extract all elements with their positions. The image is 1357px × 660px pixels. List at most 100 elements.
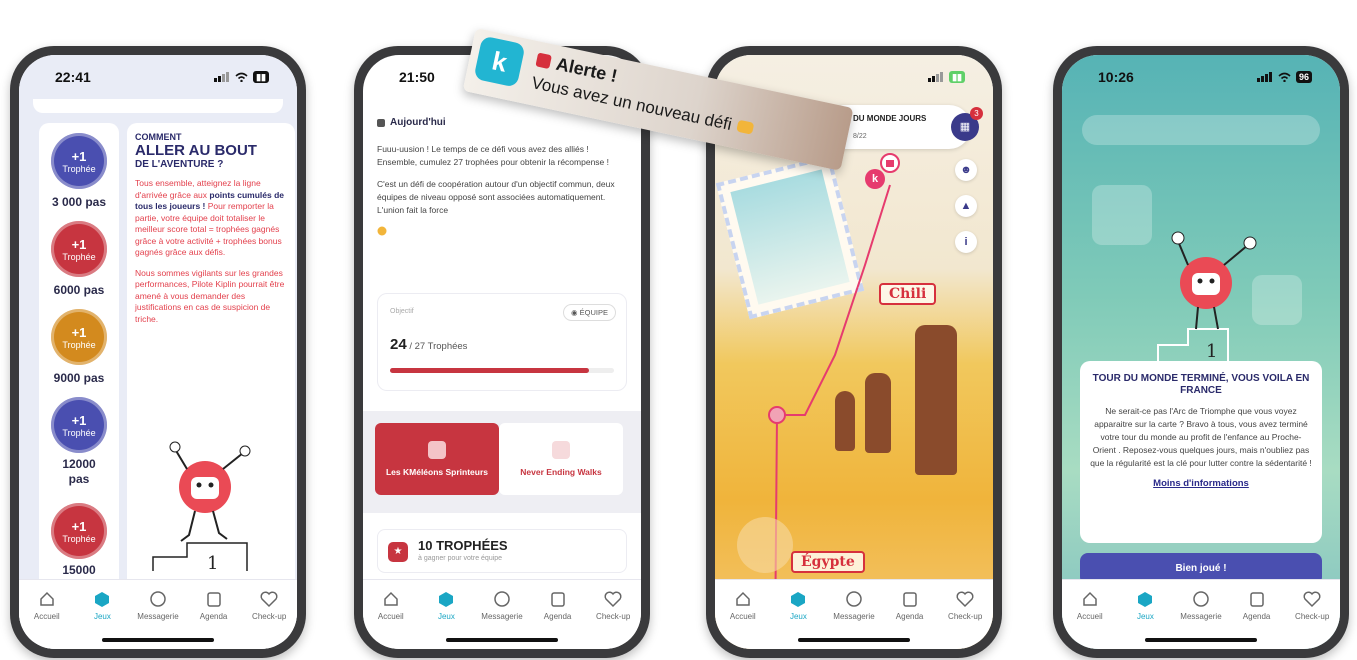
games-cube-icon xyxy=(439,592,454,607)
less-info-link[interactable]: Moins d'informations xyxy=(1090,478,1312,489)
calendar-icon xyxy=(550,592,565,607)
challenge-paragraph-1: Fuuu-uusion ! Le temps de ce défi vous a… xyxy=(377,144,609,167)
tour-complete-body: Ne serait-ce pas l'Arc de Triomphe que v… xyxy=(1090,406,1312,468)
nav-item-checkup[interactable]: Check-up xyxy=(242,590,296,649)
calendar-icon xyxy=(902,592,917,607)
home-indicator xyxy=(446,638,558,642)
nav-item-accueil[interactable]: Accueil xyxy=(1063,590,1117,649)
nav-item-checkup[interactable]: Check-up xyxy=(1285,590,1339,649)
trophy-steps-3: 9000 pas xyxy=(53,371,105,385)
trophy-icon: ★ xyxy=(388,542,408,562)
challenge-paragraph-2: C'est un défi de coopération autour d'un… xyxy=(377,179,615,215)
games-cube-icon xyxy=(1138,592,1153,607)
calendar-icon xyxy=(206,592,221,607)
battery-icon: 96 xyxy=(1295,71,1312,83)
signal-icon xyxy=(928,72,944,82)
status-indicators: 96 xyxy=(1256,71,1312,83)
status-time: 22:41 xyxy=(55,69,91,85)
app-logo-icon: k xyxy=(473,35,526,88)
screenshot-stage: 22:41 ▮▮ +1 Trophée 3 000 pas +1 Trophée 6… xyxy=(0,0,1357,660)
reward-card: ★ 10 TROPHÉES à gagner pour votre équipe xyxy=(377,529,627,573)
objective-progress-fill xyxy=(390,368,590,373)
status-time: 21:50 xyxy=(399,69,435,85)
nav-item-accueil[interactable]: Accueil xyxy=(716,590,770,649)
team-avatar-icon xyxy=(552,440,570,459)
reward-subtitle: à gagner pour votre équipe xyxy=(418,555,503,562)
phone-screen-4: 10:26 96 1 TOUR DU MONDE TERMINÉ, VOUS V… xyxy=(1062,55,1340,649)
player-pin[interactable]: k xyxy=(865,169,885,189)
status-bar: 10:26 96 xyxy=(1062,55,1340,99)
date-header: Aujourd'hui xyxy=(377,117,446,128)
wifi-icon xyxy=(1278,72,1291,82)
phone-frame-4: 10:26 96 1 TOUR DU MONDE TERMINÉ, VOUS V… xyxy=(1053,46,1349,658)
moai-statue-illustration xyxy=(865,373,891,453)
status-indicators: ▮▮ xyxy=(928,71,965,83)
calendar-icon xyxy=(377,118,385,127)
team-card-kmeleons[interactable]: Les KMéléons Sprinteurs xyxy=(375,423,499,495)
reward-title: 10 TROPHÉES xyxy=(418,538,508,553)
chat-icon xyxy=(1193,591,1209,607)
svg-text:1: 1 xyxy=(207,553,218,574)
challenge-description: Fuuu-uusion ! Le temps de ce défi vous a… xyxy=(377,143,629,240)
tour-complete-card: TOUR DU MONDE TERMINÉ, VOUS VOILA EN FRA… xyxy=(1080,361,1322,543)
handshake-emoji-icon xyxy=(377,226,387,236)
home-icon xyxy=(384,591,398,606)
map-label-chili: Chili xyxy=(879,283,937,305)
moai-statue-illustration xyxy=(835,391,855,451)
team-card-never-ending-walks[interactable]: Never Ending Walks xyxy=(499,423,623,495)
calendar-icon xyxy=(1249,592,1264,607)
scroll-card-edge xyxy=(33,99,283,113)
moai-statue-illustration xyxy=(915,325,957,475)
status-indicators: ▮▮ xyxy=(214,71,269,83)
map-label-egypte: Égypte xyxy=(791,551,865,573)
phone-screen-2: 21:50 Aujourd'hui Fuuu-uusion ! Le temps… xyxy=(363,55,641,649)
home-icon xyxy=(40,591,54,606)
nav-item-checkup[interactable]: Check-up xyxy=(938,590,992,649)
trophy-badge-3: +1 Trophée xyxy=(51,309,107,365)
svg-text:1: 1 xyxy=(1206,341,1217,362)
phone-frame-2: 21:50 Aujourd'hui Fuuu-uusion ! Le temps… xyxy=(354,46,650,658)
chat-icon xyxy=(846,591,862,607)
phone-screen-1: 22:41 ▮▮ +1 Trophée 3 000 pas +1 Trophée 6… xyxy=(19,55,297,649)
challenge-detail: Aujourd'hui Fuuu-uusion ! Le temps de ce… xyxy=(363,99,641,579)
objective-progress-bar xyxy=(390,368,614,373)
trophy-badge-4: +1 Trophée xyxy=(51,397,107,453)
trophy-steps-1: 3 000 pas xyxy=(51,195,107,209)
status-time: 10:26 xyxy=(1098,69,1134,85)
chat-icon xyxy=(150,591,166,607)
nav-item-accueil[interactable]: Accueil xyxy=(20,590,74,649)
trophy-steps-4: 12000 pas xyxy=(62,457,96,486)
objective-label: Objectif xyxy=(390,308,414,315)
nav-item-checkup[interactable]: Check-up xyxy=(586,590,640,649)
objective-value: 24 / 27 Trophées xyxy=(390,336,468,353)
home-icon xyxy=(736,591,750,606)
phone-frame-1: 22:41 ▮▮ +1 Trophée 3 000 pas +1 Trophée 6… xyxy=(10,46,306,658)
mascot-podium-illustration: 1 xyxy=(152,441,251,574)
heart-check-icon xyxy=(956,591,974,608)
trophy-column: +1 Trophée 3 000 pas +1 Trophée 6000 pas +… xyxy=(39,123,119,603)
rules-title: ALLER AU BOUT xyxy=(135,142,257,159)
home-indicator xyxy=(798,638,910,642)
wifi-icon xyxy=(235,72,248,82)
rules-kicker: COMMENT xyxy=(135,132,182,142)
nav-item-accueil[interactable]: Accueil xyxy=(364,590,418,649)
rules-warning: Nous sommes vigilants sur les grandes pe… xyxy=(135,267,285,324)
rules-panel: COMMENT ALLER AU BOUT DE L'AVENTURE ? To… xyxy=(127,123,295,603)
home-icon xyxy=(1083,591,1097,606)
trophy-badge-5: +1 Trophée xyxy=(51,503,107,559)
home-indicator xyxy=(1145,638,1257,642)
heart-check-icon xyxy=(604,591,622,608)
heart-check-icon xyxy=(260,591,278,608)
heart-check-icon xyxy=(1303,591,1321,608)
team-avatar-icon xyxy=(428,440,446,459)
status-bar: 22:41 ▮▮ xyxy=(19,55,297,99)
teams-section: Les KMéléons Sprinteurs Never Ending Wal… xyxy=(363,411,641,513)
trophy-steps-2: 6000 pas xyxy=(53,283,105,297)
games-cube-icon xyxy=(95,592,110,607)
battery-icon: ▮▮ xyxy=(253,71,269,83)
rules-body: Tous ensemble, atteignez la ligne d'arri… xyxy=(135,178,285,257)
mascot-podium-illustration: 1 xyxy=(1157,231,1257,362)
team-button[interactable]: ◉ ÉQUIPE xyxy=(563,304,616,321)
trophy-badge-2: +1 Trophée xyxy=(51,221,107,277)
siren-emoji-icon xyxy=(535,52,552,70)
